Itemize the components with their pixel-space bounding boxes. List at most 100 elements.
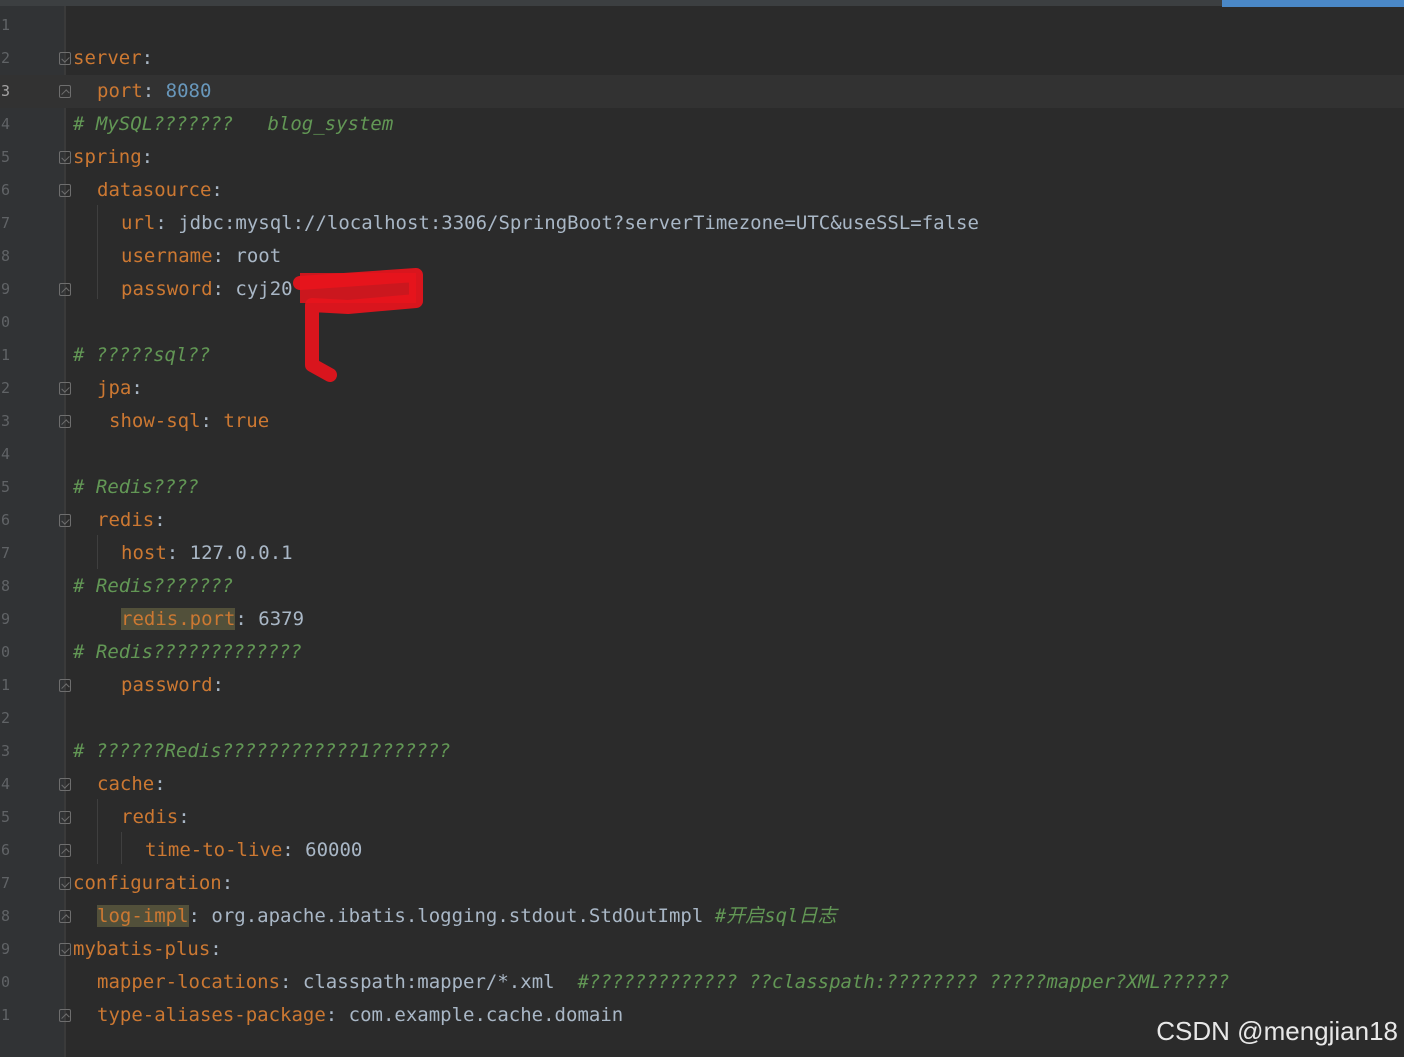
- code-text: jpa:: [97, 372, 143, 405]
- yaml-key: show-sql: [109, 410, 201, 432]
- code-line[interactable]: 3 port: 8080: [0, 75, 1404, 108]
- fold-end-icon[interactable]: [59, 1009, 71, 1022]
- code-line[interactable]: 4 # MySQL??????? blog_system: [0, 108, 1404, 141]
- code-text: # MySQL??????? blog_system: [73, 108, 393, 141]
- fold-end-icon[interactable]: [59, 85, 71, 98]
- line-number: 6: [0, 181, 10, 199]
- line-number: 9: [0, 610, 10, 628]
- code-text: mapper-locations: classpath:mapper/*.xml…: [97, 966, 1229, 999]
- code-line[interactable]: 0: [0, 306, 1404, 339]
- fold-expand-icon[interactable]: [59, 811, 71, 824]
- code-line[interactable]: 2 jpa:: [0, 372, 1404, 405]
- code-line[interactable]: 0 # Redis?????????????: [0, 636, 1404, 669]
- code-line[interactable]: 8 log-impl: org.apache.ibatis.logging.std…: [0, 900, 1404, 933]
- code-line[interactable]: 3 # ??????Redis????????????1???????: [0, 735, 1404, 768]
- fold-end-icon[interactable]: [59, 910, 71, 923]
- code-line[interactable]: 5 redis:: [0, 801, 1404, 834]
- code-line[interactable]: 4: [0, 438, 1404, 471]
- line-number: 9: [0, 280, 10, 298]
- code-line[interactable]: 1: [0, 9, 1404, 42]
- fold-expand-icon[interactable]: [59, 514, 71, 527]
- fold-expand-icon[interactable]: [59, 52, 71, 65]
- fold-expand-icon[interactable]: [59, 184, 71, 197]
- code-line[interactable]: 9 mybatis-plus:: [0, 933, 1404, 966]
- yaml-key: cache: [97, 773, 155, 795]
- code-line[interactable]: 0 mapper-locations: classpath:mapper/*.xm…: [0, 966, 1404, 999]
- yaml-key: mapper-locations: [97, 971, 281, 993]
- code-text: server:: [73, 42, 153, 75]
- code-line[interactable]: 2 server:: [0, 42, 1404, 75]
- line-number: 4: [0, 115, 10, 133]
- code-line[interactable]: 2: [0, 702, 1404, 735]
- yaml-key: server: [73, 47, 142, 69]
- yaml-comment: # Redis?????????????: [73, 641, 302, 663]
- line-number: 1: [0, 1006, 10, 1024]
- yaml-comment: # MySQL??????? blog_system: [73, 113, 394, 135]
- line-number: 7: [0, 214, 10, 232]
- line-number: 4: [0, 775, 10, 793]
- code-line[interactable]: 5 # Redis????: [0, 471, 1404, 504]
- yaml-key: true: [223, 410, 270, 432]
- code-line[interactable]: 9 password: cyj20: [0, 273, 1404, 306]
- fold-end-icon[interactable]: [59, 415, 71, 428]
- fold-expand-icon[interactable]: [59, 382, 71, 395]
- yaml-value: :: [154, 509, 166, 531]
- code-text: port: 8080: [97, 75, 211, 108]
- yaml-key: redis: [97, 509, 155, 531]
- yaml-value: :: [200, 410, 224, 432]
- fold-end-icon[interactable]: [59, 679, 71, 692]
- yaml-value: :: [142, 80, 166, 102]
- code-line[interactable]: 1 # ?????sql??: [0, 339, 1404, 372]
- code-line[interactable]: 9 redis.port: 6379: [0, 603, 1404, 636]
- code-line[interactable]: 7 configuration:: [0, 867, 1404, 900]
- yaml-value: : classpath:mapper/*.xml: [280, 971, 578, 993]
- yaml-value: : org.apache.ibatis.logging.stdout.StdOu…: [188, 905, 715, 927]
- code-text: # Redis???????: [73, 570, 233, 603]
- code-line[interactable]: 4 cache:: [0, 768, 1404, 801]
- yaml-key: host: [121, 542, 167, 564]
- fold-expand-icon[interactable]: [59, 877, 71, 890]
- code-line[interactable]: 7 url: jdbc:mysql://localhost:3306/Spring…: [0, 207, 1404, 240]
- line-number: 2: [0, 379, 10, 397]
- code-editor[interactable]: 1 2 server: 3 port: 8080 4 # MySQL??????? blog…: [0, 0, 1404, 1057]
- line-number: 6: [0, 511, 10, 529]
- code-text: cache:: [97, 768, 166, 801]
- yaml-key: type-aliases-package: [97, 1004, 326, 1026]
- fold-end-icon[interactable]: [59, 844, 71, 857]
- redaction-scribble: [293, 268, 423, 382]
- code-line[interactable]: 5 spring:: [0, 141, 1404, 174]
- line-number: 2: [0, 709, 10, 727]
- code-line[interactable]: 1 password:: [0, 669, 1404, 702]
- code-text: redis:: [97, 504, 166, 537]
- code-line[interactable]: 8 # Redis???????: [0, 570, 1404, 603]
- code-text: type-aliases-package: com.example.cache.…: [97, 999, 623, 1032]
- yaml-value: :: [210, 938, 222, 960]
- code-line[interactable]: 8 username: root: [0, 240, 1404, 273]
- yaml-key: redis: [121, 806, 179, 828]
- yaml-value: :: [211, 179, 223, 201]
- yaml-comment: # ??????Redis????????????1???????: [73, 740, 451, 762]
- code-line[interactable]: 6 redis:: [0, 504, 1404, 537]
- yaml-key: jpa: [97, 377, 132, 399]
- line-number: 3: [0, 82, 10, 100]
- line-number: 6: [0, 841, 10, 859]
- yaml-comment: #开启sql日志: [714, 905, 837, 927]
- fold-expand-icon[interactable]: [59, 778, 71, 791]
- yaml-comment: # Redis????: [73, 476, 199, 498]
- yaml-key: port: [97, 80, 143, 102]
- yaml-value: :: [178, 806, 190, 828]
- code-line[interactable]: 6 datasource:: [0, 174, 1404, 207]
- yaml-value: : root: [212, 245, 282, 267]
- line-number: 7: [0, 874, 10, 892]
- code-line[interactable]: 7 host: 127.0.0.1: [0, 537, 1404, 570]
- fold-expand-icon[interactable]: [59, 943, 71, 956]
- line-number: 5: [0, 478, 10, 496]
- fold-end-icon[interactable]: [59, 283, 71, 296]
- code-text: redis.port: 6379: [121, 603, 304, 636]
- line-number: 8: [0, 907, 10, 925]
- fold-expand-icon[interactable]: [59, 151, 71, 164]
- yaml-value: :: [212, 674, 224, 696]
- yaml-value: :: [154, 773, 166, 795]
- code-line[interactable]: 3 show-sql: true: [0, 405, 1404, 438]
- code-line[interactable]: 6 time-to-live: 60000: [0, 834, 1404, 867]
